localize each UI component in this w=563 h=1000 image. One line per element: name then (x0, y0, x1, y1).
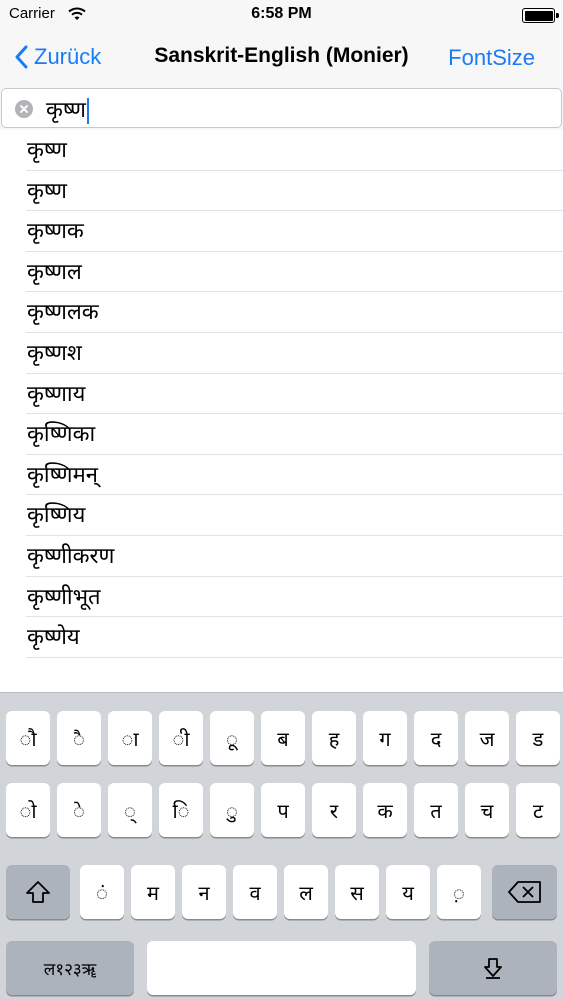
keyboard-switch-icon (484, 958, 502, 979)
key[interactable]: ज (465, 711, 509, 765)
list-item[interactable]: कृष्णिमन् (0, 455, 563, 496)
key[interactable]: ु (210, 783, 254, 837)
key[interactable]: र (312, 783, 356, 837)
key[interactable]: प (261, 783, 305, 837)
list-item-label: कृष्णाय (27, 381, 86, 407)
list-item-label: कृष्ण (27, 138, 67, 163)
key[interactable]: स (335, 865, 379, 919)
list-item-label: कृष्णश (27, 340, 82, 366)
key[interactable]: ़ (437, 865, 481, 919)
shift-icon (26, 881, 50, 903)
list-item-label: कृष्णेय (27, 625, 80, 651)
keyboard-switch-key[interactable] (429, 941, 557, 995)
chevron-left-icon (15, 45, 28, 69)
back-label: Zurück (34, 44, 102, 69)
list-item[interactable]: कृष्णाय (0, 374, 563, 415)
delete-icon (507, 881, 541, 903)
list-item-label: कृष्णिमन् (27, 462, 98, 488)
key[interactable]: ह (312, 711, 356, 765)
clear-icon[interactable] (15, 100, 33, 118)
key[interactable]: व (233, 865, 277, 919)
key[interactable]: ं (80, 865, 124, 919)
key[interactable]: ् (108, 783, 152, 837)
key[interactable]: ा (108, 711, 152, 765)
list-item-label: कृष्णीकरण (27, 543, 115, 569)
mode-switch-key[interactable]: ल१२३ॠ (6, 941, 134, 995)
key[interactable]: न (182, 865, 226, 919)
font-size-button[interactable]: FontSize (448, 45, 535, 71)
list-item-label: कृष्णक (27, 219, 84, 245)
key[interactable]: ी (159, 711, 203, 765)
list-item[interactable]: कृष्णीभूत (0, 577, 563, 618)
list-item[interactable]: कृष्णिका (0, 414, 563, 455)
space-key[interactable] (147, 941, 416, 995)
list-item[interactable]: कृष्णीकरण (0, 536, 563, 577)
key[interactable]: ू (210, 711, 254, 765)
key[interactable]: च (465, 783, 509, 837)
key[interactable]: ब (261, 711, 305, 765)
results-list: कृष्ण कृष्ण कृष्णक कृष्णल कृष्णलक कृष्णश कृष्ण… (0, 130, 563, 658)
key[interactable]: ै (57, 711, 101, 765)
key[interactable]: े (57, 783, 101, 837)
list-item-label: कृष्णलक (27, 300, 99, 326)
list-item[interactable]: कृष्णिय (0, 495, 563, 536)
key[interactable]: ट (516, 783, 560, 837)
list-item-label: कृष्णिय (27, 503, 86, 529)
battery-icon (522, 8, 559, 23)
delete-key[interactable] (492, 865, 557, 919)
key[interactable]: ग (363, 711, 407, 765)
list-item[interactable]: कृष्णश (0, 333, 563, 374)
list-item-label: कृष्णीभूत (27, 584, 101, 610)
key[interactable]: ौ (6, 711, 50, 765)
list-item-label: कृष्णिका (27, 422, 96, 448)
key[interactable]: ो (6, 783, 50, 837)
keyboard: ौैाीू ब ह ग द ज डोे्िु प र क त च टं म न व ल स य़ ल१२३ॠ (0, 692, 563, 1000)
back-button[interactable]: Zurück (14, 42, 101, 72)
text-caret (86, 98, 89, 124)
clock: 6:58 PM (251, 5, 312, 22)
status-bar: Carrier 6:58 PM (0, 0, 563, 30)
search-input[interactable]: कृष्ण (1, 88, 562, 128)
key[interactable]: ि (159, 783, 203, 837)
key[interactable]: म (131, 865, 175, 919)
list-item-label: कृष्णल (27, 259, 82, 285)
navigation-bar: Zurück Sanskrit-English (Monier) FontSiz… (0, 30, 563, 86)
shift-key[interactable] (6, 865, 70, 919)
search-value: कृष्ण (46, 98, 86, 123)
key[interactable]: ड (516, 711, 560, 765)
list-item[interactable]: कृष्ण (0, 171, 563, 212)
list-item[interactable]: कृष्णलक (0, 292, 563, 333)
key[interactable]: द (414, 711, 458, 765)
key[interactable]: य (386, 865, 430, 919)
list-item[interactable]: कृष्णेय (0, 617, 563, 658)
key[interactable]: क (363, 783, 407, 837)
list-item-label: कृष्ण (27, 178, 67, 204)
list-item[interactable]: कृष्णक (0, 211, 563, 252)
search-bar: कृष्ण (0, 86, 563, 130)
key[interactable]: त (414, 783, 458, 837)
key[interactable]: ल (284, 865, 328, 919)
list-item[interactable]: कृष्ण (0, 130, 563, 171)
list-item[interactable]: कृष्णल (0, 252, 563, 293)
